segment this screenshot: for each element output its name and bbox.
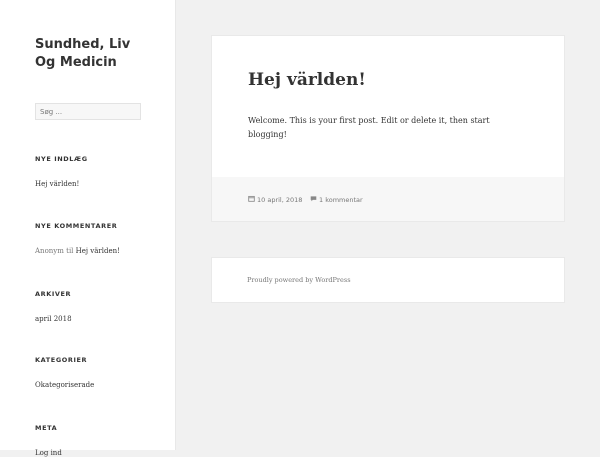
comment-icon	[310, 195, 317, 204]
comment-post-link[interactable]: Hej världen!	[76, 247, 120, 255]
site-title[interactable]: Sundhed, Liv Og Medicin	[35, 36, 155, 72]
archive-link[interactable]: april 2018	[35, 315, 72, 323]
widget-title-categories: KATEGORIER	[35, 356, 88, 364]
category-link[interactable]: Okategoriserade	[35, 381, 94, 389]
comment-connector: til	[66, 247, 74, 255]
widget-title-archives: ARKIVER	[35, 290, 72, 298]
comment-author: Anonym	[35, 247, 64, 255]
widget-title-recent-posts: NYE INDLÆG	[35, 155, 88, 163]
footer-credit-link[interactable]: Proudly powered by WordPress	[247, 276, 351, 284]
widget-archives: ARKIVER april 2018	[35, 290, 72, 323]
widget-meta: META Log ind	[35, 424, 62, 457]
post-card: Hej världen! Welcome. This is your first…	[211, 35, 565, 222]
post-date[interactable]: 10 april, 2018	[248, 195, 302, 204]
search-input[interactable]	[35, 103, 141, 120]
post-date-text: 10 april, 2018	[257, 195, 303, 204]
post-comments[interactable]: 1 kommentar	[310, 195, 363, 204]
login-link[interactable]: Log ind	[35, 449, 62, 457]
calendar-icon	[248, 195, 255, 204]
widget-categories: KATEGORIER Okategoriserade	[35, 356, 94, 389]
widget-recent-posts: NYE INDLÆG Hej världen!	[35, 155, 88, 188]
widget-recent-comments: NYE KOMMENTARER Anonym til Hej världen!	[35, 222, 120, 255]
widget-title-recent-comments: NYE KOMMENTARER	[35, 222, 118, 230]
recent-post-link[interactable]: Hej världen!	[35, 180, 79, 188]
post-footer: 10 april, 2018 1 kommentar	[212, 177, 564, 221]
post-content: Welcome. This is your first post. Edit o…	[248, 116, 490, 139]
post-title[interactable]: Hej världen!	[248, 70, 366, 90]
widget-title-meta: META	[35, 424, 58, 432]
post-comments-text: 1 kommentar	[319, 195, 363, 204]
site-footer: Proudly powered by WordPress	[211, 257, 565, 303]
